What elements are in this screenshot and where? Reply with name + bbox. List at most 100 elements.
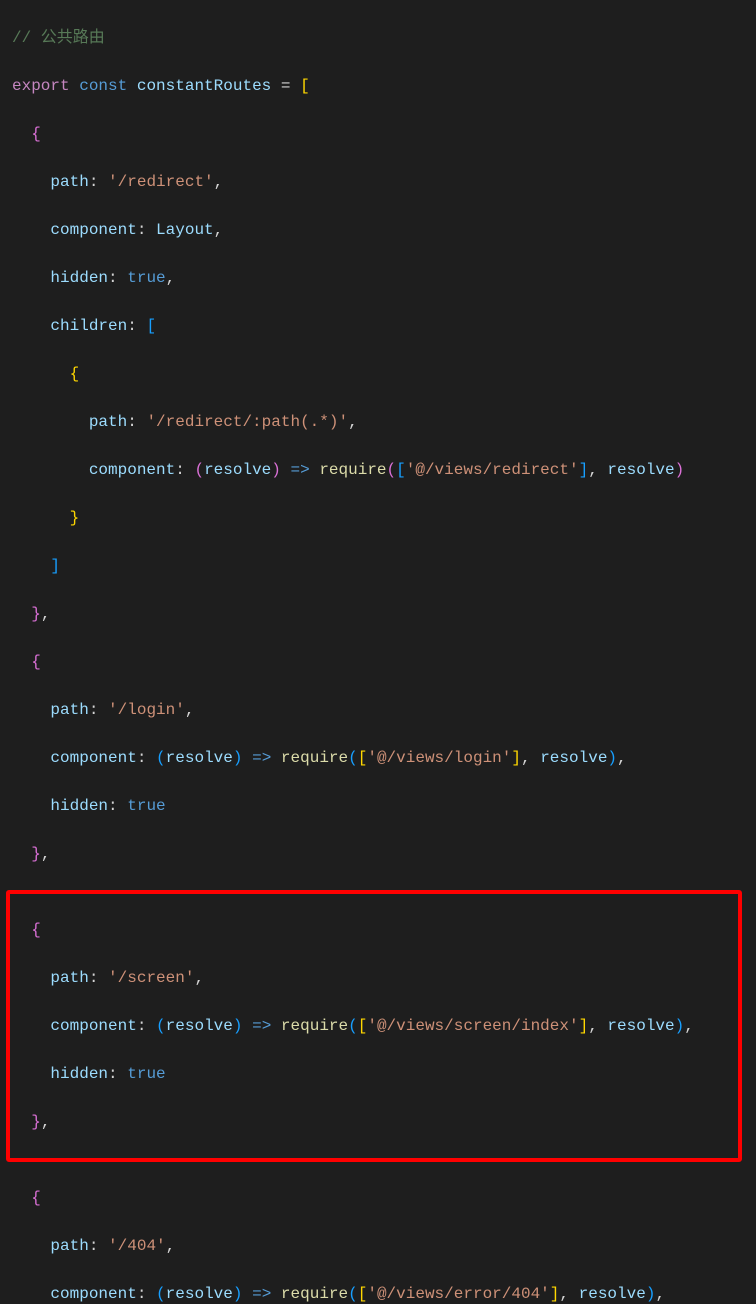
paren: (: [348, 749, 358, 767]
paren: ): [675, 461, 685, 479]
punct: :: [89, 173, 99, 191]
arrow: =>: [252, 1285, 271, 1303]
code-line: path: '/redirect',: [12, 170, 744, 194]
property: component: [50, 221, 136, 239]
punct: :: [137, 221, 147, 239]
property: children: [50, 317, 127, 335]
brace: {: [31, 653, 41, 671]
code-line: {: [12, 918, 738, 942]
identifier: resolve: [540, 749, 607, 767]
param: resolve: [166, 1285, 233, 1303]
punct: ,: [684, 1017, 694, 1035]
code-line: path: '/redirect/:path(.*)',: [12, 410, 744, 434]
property: hidden: [50, 269, 108, 287]
paren: (: [156, 1285, 166, 1303]
property: hidden: [50, 797, 108, 815]
code-line: path: '/screen',: [12, 966, 738, 990]
bracket: [: [358, 1017, 368, 1035]
highlighted-block: { path: '/screen', component: (resolve) …: [6, 890, 742, 1162]
punct: :: [127, 413, 137, 431]
code-line: ]: [12, 554, 744, 578]
code-editor[interactable]: // 公共路由 export const constantRoutes = [ …: [0, 0, 756, 1304]
punct: ,: [348, 413, 358, 431]
arrow: =>: [252, 749, 271, 767]
bracket: [: [396, 461, 406, 479]
paren: ): [675, 1017, 685, 1035]
bracket: ]: [579, 1017, 589, 1035]
code-line: // 公共路由: [12, 26, 744, 50]
boolean: true: [127, 269, 165, 287]
code-line: component: Layout,: [12, 218, 744, 242]
punct: ,: [521, 749, 531, 767]
string: '@/views/redirect': [406, 461, 579, 479]
property: path: [50, 1237, 88, 1255]
punct: :: [127, 317, 137, 335]
punct: :: [137, 749, 147, 767]
paren: ): [646, 1285, 656, 1303]
punct: :: [108, 1065, 118, 1083]
string: '@/views/screen/index': [367, 1017, 578, 1035]
code-line: component: (resolve) => require(['@/view…: [12, 746, 744, 770]
punct: ,: [166, 269, 176, 287]
paren: (: [156, 749, 166, 767]
function: require: [281, 1017, 348, 1035]
string: '@/views/error/404': [367, 1285, 549, 1303]
punct: ,: [214, 173, 224, 191]
property: path: [50, 969, 88, 987]
brace: {: [31, 125, 41, 143]
identifier: resolve: [607, 1017, 674, 1035]
code-line: {: [12, 650, 744, 674]
paren: (: [156, 1017, 166, 1035]
brace: }: [70, 509, 80, 527]
property: path: [50, 173, 88, 191]
arrow: =>: [291, 461, 310, 479]
boolean: true: [127, 1065, 165, 1083]
paren: ): [271, 461, 281, 479]
identifier: Layout: [156, 221, 214, 239]
punct: :: [89, 701, 99, 719]
property: hidden: [50, 1065, 108, 1083]
code-line: {: [12, 1186, 744, 1210]
string: '/redirect': [108, 173, 214, 191]
brace: {: [31, 921, 41, 939]
brace: {: [31, 1189, 41, 1207]
string: '/screen': [108, 969, 194, 987]
punct: :: [175, 461, 185, 479]
code-line: path: '/login',: [12, 698, 744, 722]
paren: ): [233, 749, 243, 767]
function: require: [319, 461, 386, 479]
paren: ): [233, 1017, 243, 1035]
code-line: hidden: true,: [12, 266, 744, 290]
param: resolve: [204, 461, 271, 479]
arrow: =>: [252, 1017, 271, 1035]
punct: ,: [588, 461, 598, 479]
string: '/404': [108, 1237, 166, 1255]
bracket: [: [358, 1285, 368, 1303]
property: path: [50, 701, 88, 719]
property: component: [89, 461, 175, 479]
code-line: children: [: [12, 314, 744, 338]
punct: :: [108, 797, 118, 815]
punct: ,: [214, 221, 224, 239]
punct: ,: [185, 701, 195, 719]
keyword: export: [12, 77, 70, 95]
punct: ,: [559, 1285, 569, 1303]
identifier: constantRoutes: [137, 77, 271, 95]
punct: :: [137, 1285, 147, 1303]
punct: ,: [617, 749, 627, 767]
punct: :: [137, 1017, 147, 1035]
paren: ): [607, 749, 617, 767]
operator: =: [281, 77, 291, 95]
punct: ,: [194, 969, 204, 987]
code-line: hidden: true: [12, 1062, 738, 1086]
code-line: {: [12, 122, 744, 146]
function: require: [281, 1285, 348, 1303]
punct: ,: [588, 1017, 598, 1035]
property: component: [50, 1017, 136, 1035]
bracket: ]: [50, 557, 60, 575]
brace: {: [70, 365, 80, 383]
bracket: ]: [550, 1285, 560, 1303]
brace: }: [31, 1113, 41, 1131]
punct: :: [108, 269, 118, 287]
paren: ): [233, 1285, 243, 1303]
